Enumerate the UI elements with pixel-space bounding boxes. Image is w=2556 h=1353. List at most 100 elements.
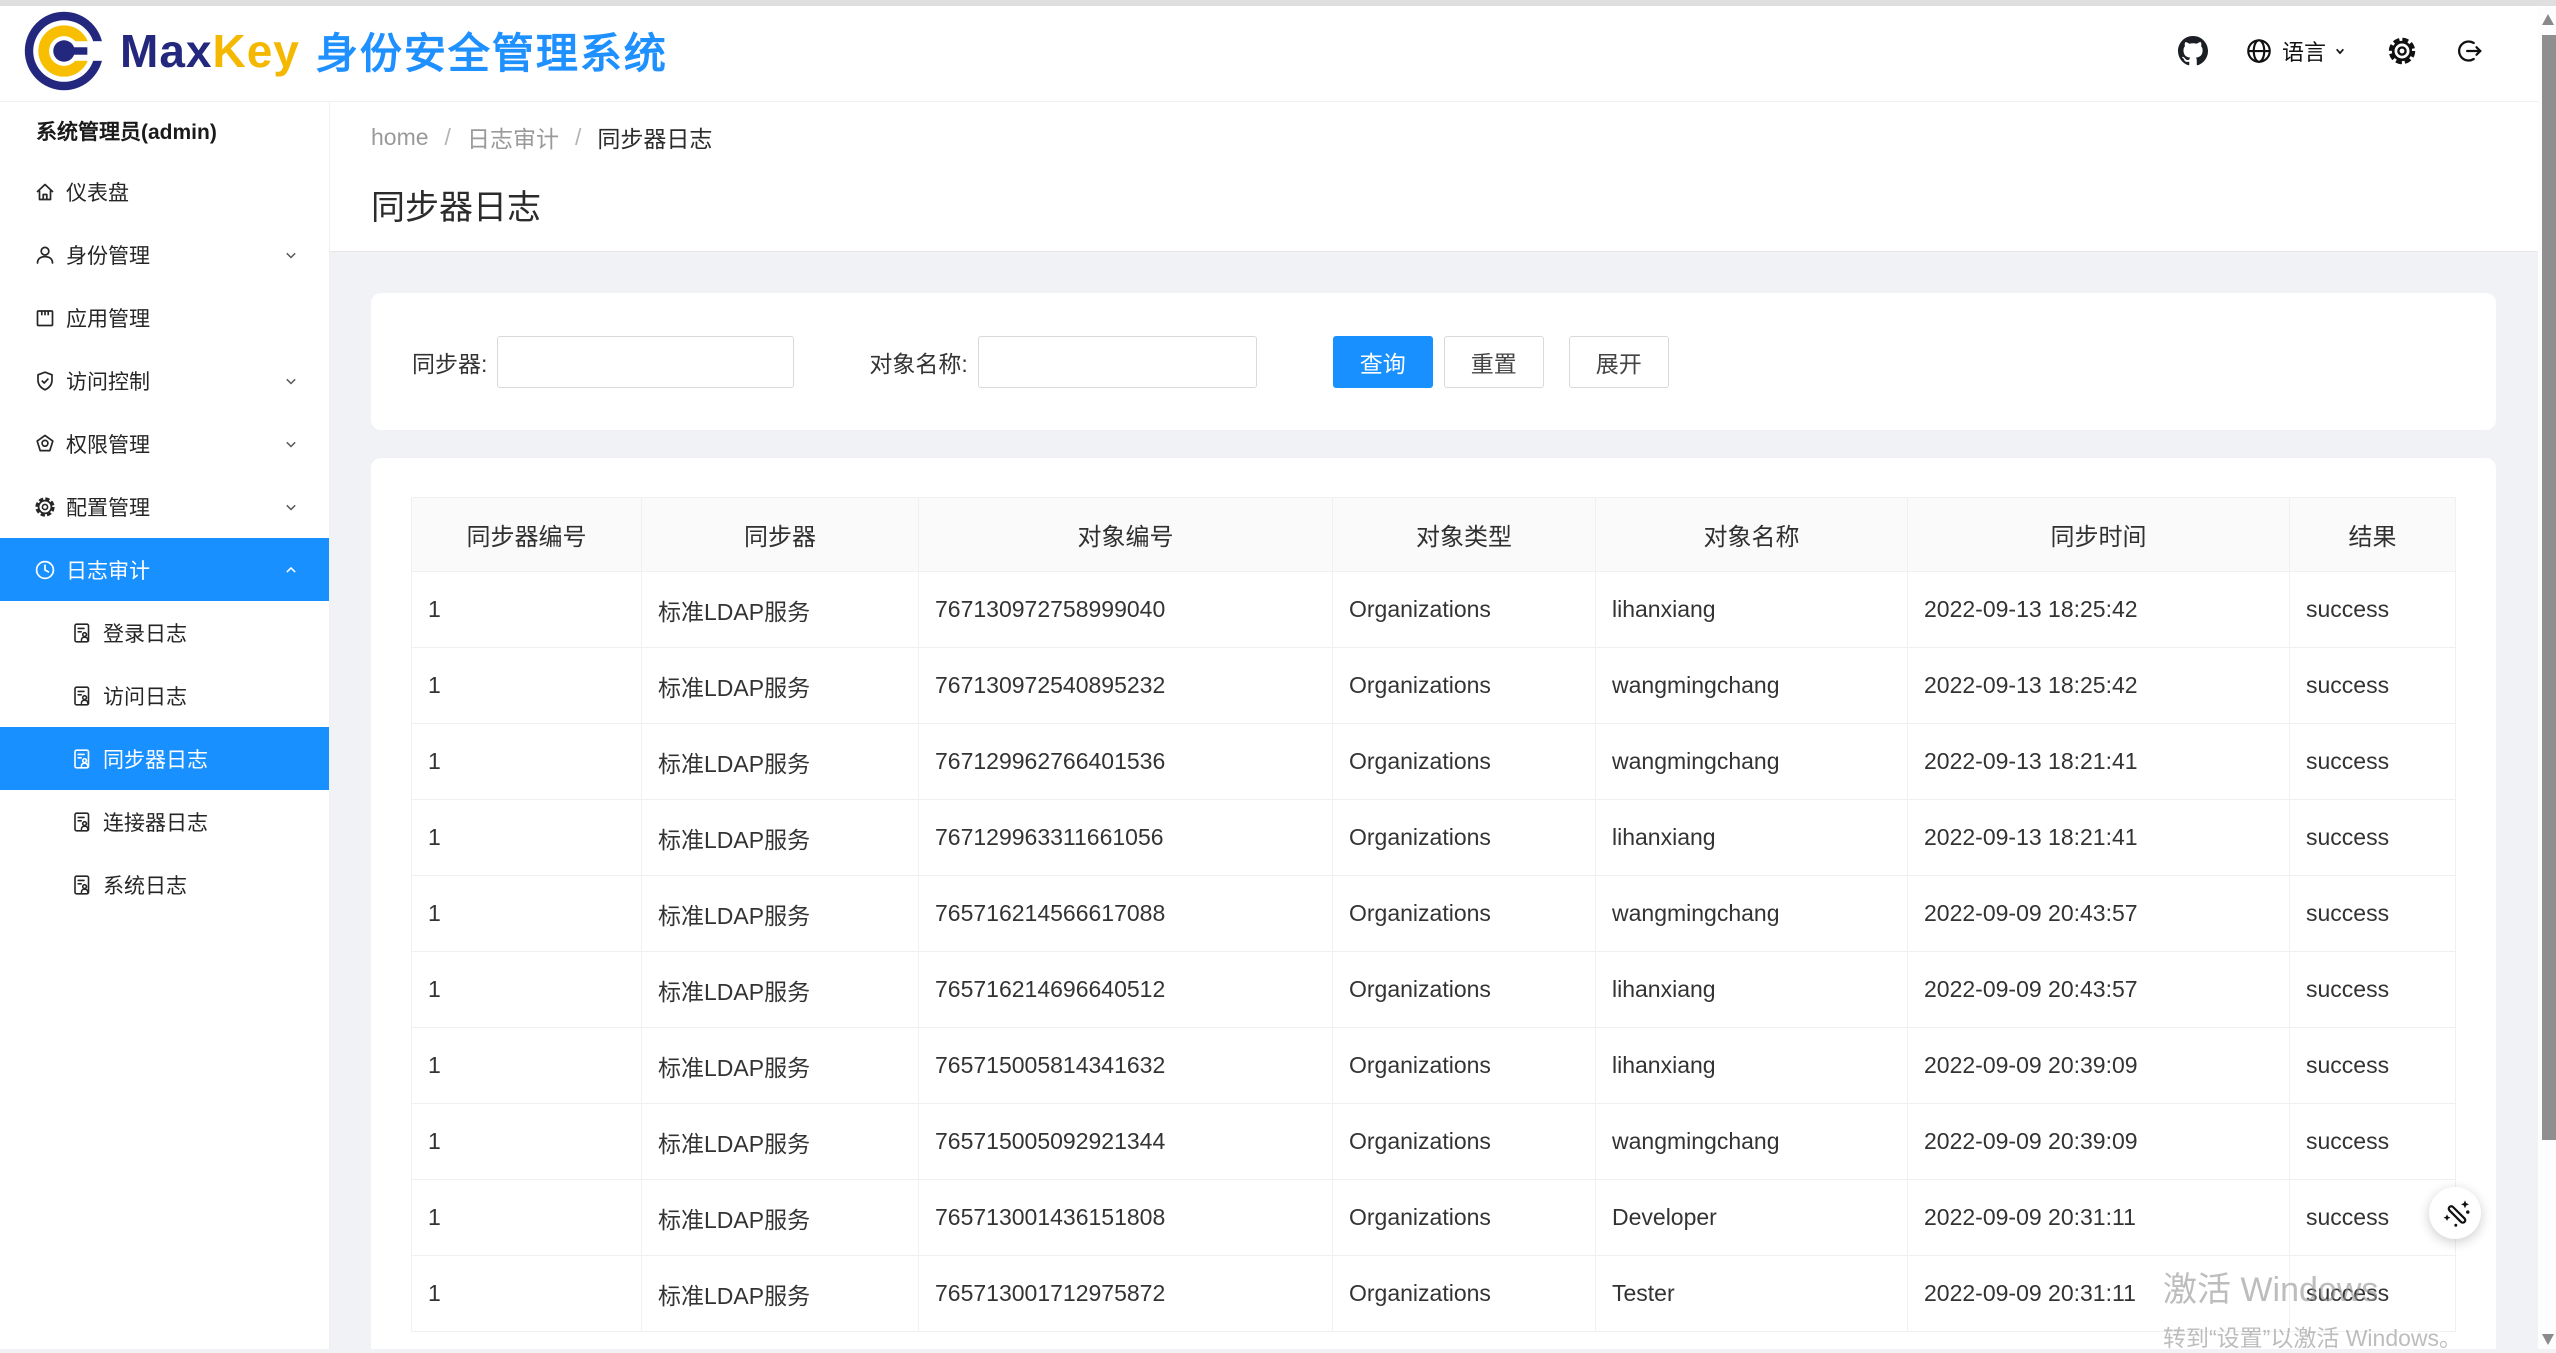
log-audit-submenu: 登录日志 访问日志 同步器日志 连接器日志: [0, 601, 329, 916]
sidebar-item-dashboard[interactable]: 仪表盘: [0, 160, 329, 223]
table-cell: 2022-09-09 20:31:11: [1908, 1256, 2290, 1332]
sidebar-item-access-log[interactable]: 访问日志: [0, 664, 329, 727]
breadcrumb-log-audit[interactable]: 日志审计: [467, 120, 559, 154]
table-cell: wangmingchang: [1596, 876, 1908, 952]
sidebar-item-permissions[interactable]: 权限管理: [0, 412, 329, 475]
gear-icon: [33, 495, 57, 519]
sidebar-item-log-audit[interactable]: 日志审计: [0, 538, 329, 601]
table-cell: 765716214566617088: [919, 876, 1333, 952]
settings-gear-icon[interactable]: [2386, 35, 2418, 67]
home-icon: [33, 180, 57, 204]
language-dropdown[interactable]: 语言: [2244, 35, 2350, 67]
table-column-header: 同步时间: [1908, 498, 2290, 572]
table-cell: Organizations: [1333, 724, 1596, 800]
brand-subtitle: 身份安全管理系统: [316, 20, 668, 81]
sidebar-username: 系统管理员(admin): [0, 102, 329, 160]
table-cell: Developer: [1596, 1180, 1908, 1256]
table-cell: Organizations: [1333, 1104, 1596, 1180]
log-doc-icon: [70, 684, 94, 708]
sidebar-item-label: 同步器日志: [103, 744, 208, 774]
chevron-down-icon: [281, 434, 301, 454]
sidebar-item-label: 日志审计: [66, 555, 150, 585]
table-cell: 标准LDAP服务: [642, 1028, 919, 1104]
scrollbar-thumb[interactable]: [2542, 35, 2556, 1140]
chevron-down-icon: [281, 497, 301, 517]
github-icon[interactable]: [2178, 36, 2208, 66]
table-cell: lihanxiang: [1596, 800, 1908, 876]
language-label: 语言: [2282, 35, 2326, 67]
logout-icon[interactable]: [2454, 36, 2484, 66]
reset-button[interactable]: 重置: [1444, 336, 1544, 388]
table-cell: 2022-09-13 18:25:42: [1908, 648, 2290, 724]
table-cell: 标准LDAP服务: [642, 952, 919, 1028]
chevron-down-icon: [2330, 41, 2350, 61]
expand-button[interactable]: 展开: [1569, 336, 1669, 388]
sidebar-item-label: 系统日志: [103, 870, 187, 900]
table-cell: 1: [412, 800, 642, 876]
sidebar-item-label: 登录日志: [103, 618, 187, 648]
certificate-icon: [33, 432, 57, 456]
sidebar-item-identity[interactable]: 身份管理: [0, 223, 329, 286]
table-cell: 1: [412, 952, 642, 1028]
filter-card: 同步器: 对象名称: 查询 重置 展开: [371, 293, 2496, 430]
breadcrumb-separator: /: [445, 124, 451, 151]
vertical-scrollbar[interactable]: [2538, 6, 2556, 1349]
table-row: 1标准LDAP服务767130972540895232Organizations…: [412, 648, 2456, 724]
title-block: home / 日志审计 / 同步器日志 同步器日志: [330, 102, 2556, 252]
app-header: MaxKey 身份安全管理系统 语言: [0, 0, 2556, 102]
sidebar-item-system-log[interactable]: 系统日志: [0, 853, 329, 916]
table-cell: 标准LDAP服务: [642, 648, 919, 724]
object-name-input[interactable]: [978, 336, 1257, 388]
table-cell: 2022-09-13 18:25:42: [1908, 572, 2290, 648]
sidebar-item-label: 访问日志: [103, 681, 187, 711]
table-row: 1标准LDAP服务765715005092921344Organizations…: [412, 1104, 2456, 1180]
sidebar-item-login-log[interactable]: 登录日志: [0, 601, 329, 664]
floating-tool-button[interactable]: [2429, 1187, 2481, 1239]
scrollbar-up-arrow[interactable]: [2542, 14, 2554, 25]
table-cell: lihanxiang: [1596, 572, 1908, 648]
scrollbar-down-arrow[interactable]: [2542, 1334, 2554, 1345]
sidebar-item-connector-log[interactable]: 连接器日志: [0, 790, 329, 853]
table-cell: 1: [412, 648, 642, 724]
table-cell: 1: [412, 1104, 642, 1180]
table-cell: 标准LDAP服务: [642, 1180, 919, 1256]
table-cell: Organizations: [1333, 648, 1596, 724]
table-cell: 1: [412, 572, 642, 648]
brand-logo: MaxKey 身份安全管理系统: [0, 9, 668, 93]
sidebar-item-access-control[interactable]: 访问控制: [0, 349, 329, 412]
magic-wand-icon: [2439, 1197, 2471, 1229]
synchronizer-input[interactable]: [497, 336, 794, 388]
table-cell: 2022-09-09 20:31:11: [1908, 1180, 2290, 1256]
table-cell: wangmingchang: [1596, 1104, 1908, 1180]
table-cell: 2022-09-13 18:21:41: [1908, 724, 2290, 800]
table-cell: 标准LDAP服务: [642, 1256, 919, 1332]
appstore-icon: [33, 306, 57, 330]
search-button[interactable]: 查询: [1333, 336, 1433, 388]
table-cell: 标准LDAP服务: [642, 1104, 919, 1180]
table-cell: success: [2290, 952, 2456, 1028]
sidebar: 系统管理员(admin) 仪表盘 身份管理 应用管理 访问控制: [0, 102, 330, 1349]
table-cell: 765715005092921344: [919, 1104, 1333, 1180]
table-cell: 1: [412, 1180, 642, 1256]
window-top-edge: [0, 0, 2556, 6]
table-cell: Organizations: [1333, 1180, 1596, 1256]
table-cell: Organizations: [1333, 572, 1596, 648]
table-cell: 765716214696640512: [919, 952, 1333, 1028]
sidebar-item-label: 身份管理: [66, 240, 150, 270]
sidebar-item-applications[interactable]: 应用管理: [0, 286, 329, 349]
brand-name: MaxKey: [120, 24, 300, 78]
sidebar-item-synchronizer-log[interactable]: 同步器日志: [0, 727, 329, 790]
breadcrumb-home[interactable]: home: [371, 124, 429, 151]
table-cell: Organizations: [1333, 952, 1596, 1028]
table-cell: 767129962766401536: [919, 724, 1333, 800]
table-row: 1标准LDAP服务765716214566617088Organizations…: [412, 876, 2456, 952]
table-cell: 767130972540895232: [919, 648, 1333, 724]
table-cell: 767130972758999040: [919, 572, 1333, 648]
table-column-header: 对象名称: [1596, 498, 1908, 572]
sidebar-item-configuration[interactable]: 配置管理: [0, 475, 329, 538]
table-cell: success: [2290, 648, 2456, 724]
header-actions: 语言: [2178, 0, 2484, 102]
table-body: 1标准LDAP服务767130972758999040Organizations…: [412, 572, 2456, 1332]
table-header-row: 同步器编号同步器对象编号对象类型对象名称同步时间结果: [412, 498, 2456, 572]
table-cell: 2022-09-09 20:43:57: [1908, 876, 2290, 952]
